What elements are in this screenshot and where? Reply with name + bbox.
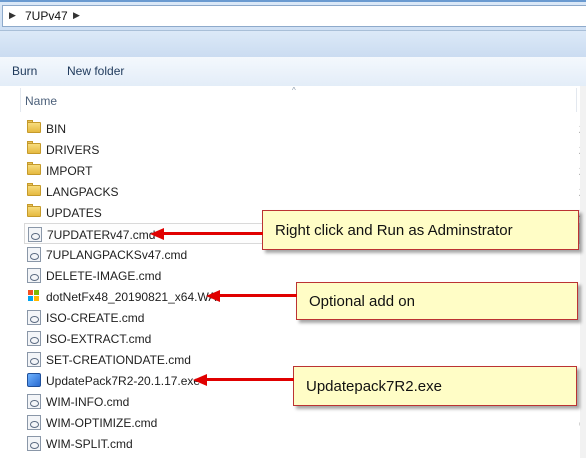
column-divider	[576, 88, 577, 112]
breadcrumb-chevron-icon[interactable]: ▶	[73, 10, 80, 21]
file-name: UPDATES	[46, 206, 102, 220]
file-name: IMPORT	[46, 164, 93, 178]
breadcrumb-segment[interactable]: 7UPv47	[25, 9, 68, 23]
arrow-line	[163, 232, 263, 235]
folder-item[interactable]: DRIVERS2	[24, 139, 586, 160]
callout-optional-text: Optional add on	[309, 292, 415, 310]
file-name: LANGPACKS	[46, 185, 119, 199]
file-name: WIM-OPTIMIZE.cmd	[46, 416, 158, 430]
column-divider	[20, 88, 21, 112]
script-file-icon	[27, 247, 41, 262]
folder-item[interactable]: IMPORT2	[24, 160, 586, 181]
callout-updatepack: Updatepack7R2.exe	[293, 366, 577, 406]
application-icon	[27, 373, 41, 387]
windows-update-icon	[27, 289, 41, 303]
address-field[interactable]: ▶ 7UPv47 ▶	[2, 5, 586, 27]
file-item[interactable]: WIM-OPTIMIZE.cmd(	[24, 412, 583, 433]
script-file-icon	[27, 331, 41, 346]
file-name: 7UPLANGPACKSv47.cmd	[46, 248, 188, 262]
file-name: DELETE-IMAGE.cmd	[46, 269, 162, 283]
file-name: 7UPDATERv47.cmd	[47, 228, 156, 242]
script-file-icon	[27, 352, 41, 367]
burn-button[interactable]: Burn	[12, 64, 37, 78]
new-folder-button[interactable]: New folder	[67, 64, 124, 78]
sort-ascending-icon: ^	[292, 86, 296, 95]
folder-item[interactable]: LANGPACKS2	[24, 181, 586, 202]
file-name: dotNetFx48_20190821_x64.WA	[46, 290, 217, 304]
menu-band	[0, 31, 586, 58]
script-file-icon	[28, 227, 42, 242]
file-name: WIM-SPLIT.cmd	[46, 437, 133, 451]
right-pane-edge	[580, 86, 586, 458]
file-item[interactable]: WIM-SPLIT.cmd	[24, 433, 580, 454]
file-name: ISO-EXTRACT.cmd	[46, 332, 152, 346]
column-header-name[interactable]: Name	[25, 94, 57, 108]
address-bar: ▶ 7UPv47 ▶	[0, 2, 586, 31]
arrow-head-icon	[150, 228, 164, 240]
callout-updatepack-text: Updatepack7R2.exe	[306, 377, 442, 395]
arrow-head-icon	[206, 290, 220, 302]
callout-optional: Optional add on	[296, 282, 578, 320]
file-name: WIM-INFO.cmd	[46, 395, 130, 409]
script-file-icon	[27, 310, 41, 325]
file-item[interactable]: ISO-EXTRACT.cmd	[24, 328, 580, 349]
command-toolbar: Burn New folder	[0, 57, 586, 87]
script-file-icon	[27, 394, 41, 409]
file-name: ISO-CREATE.cmd	[46, 311, 145, 325]
script-file-icon	[27, 415, 41, 430]
file-name: UpdatePack7R2-20.1.17.exe	[46, 374, 201, 388]
file-name: BIN	[46, 122, 67, 136]
script-file-icon	[27, 436, 41, 451]
file-name: DRIVERS	[46, 143, 100, 157]
file-name: SET-CREATIONDATE.cmd	[46, 353, 191, 367]
callout-run-as-admin: Right click and Run as Adminstrator	[262, 210, 579, 250]
script-file-icon	[27, 268, 41, 283]
folder-item[interactable]: BIN2	[24, 118, 586, 139]
arrow-line	[206, 378, 294, 381]
arrow-head-icon	[193, 374, 207, 386]
arrow-line	[219, 294, 297, 297]
callout-run-as-admin-text: Right click and Run as Adminstrator	[275, 221, 513, 239]
column-header-row: Name ^	[0, 86, 586, 112]
breadcrumb-arrow-icon[interactable]: ▶	[9, 10, 16, 21]
